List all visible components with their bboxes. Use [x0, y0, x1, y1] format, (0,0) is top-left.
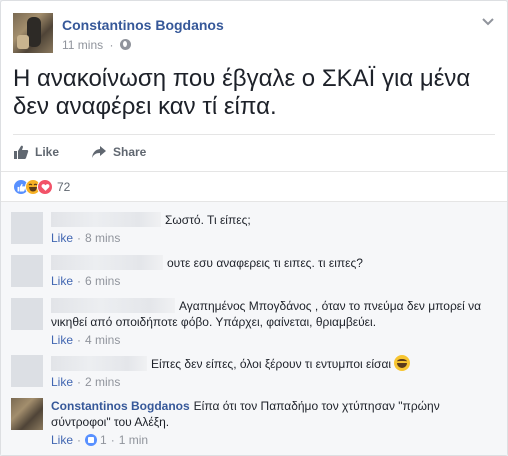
- comment-like-count[interactable]: 1: [100, 433, 107, 447]
- commenter-name-redacted[interactable]: [51, 212, 161, 227]
- meta-separator: ·: [77, 231, 82, 245]
- post-meta: 11 mins ·: [62, 38, 131, 52]
- comment-time[interactable]: 4 mins: [85, 333, 120, 347]
- commenter-name-redacted[interactable]: [51, 255, 163, 270]
- comment-like-link[interactable]: Like: [51, 231, 73, 245]
- laughing-emoji-icon: [394, 355, 411, 371]
- globe-icon[interactable]: [119, 39, 131, 50]
- divider: [13, 134, 495, 135]
- comment-text: Είπες δεν είπες, όλοι ξέρουν τι εντυμποι…: [151, 357, 392, 371]
- commenter-avatar[interactable]: [11, 298, 43, 330]
- commenter-avatar[interactable]: [11, 255, 43, 287]
- commenter-avatar[interactable]: [11, 355, 43, 387]
- post-timestamp[interactable]: 11 mins: [62, 38, 103, 52]
- author-avatar[interactable]: [13, 13, 53, 53]
- meta-separator: ·: [77, 333, 82, 347]
- comment-text-continued: νικηθεί από οποιδήποτε φόβο. Υπάρχει, φα…: [51, 315, 377, 329]
- share-button[interactable]: Share: [91, 141, 146, 163]
- post-actions: Like Share: [13, 141, 495, 163]
- comment-meta: Like · 2 mins: [51, 374, 495, 390]
- comment-meta: Like · 8 mins: [51, 230, 495, 246]
- comment-time[interactable]: 1 min: [119, 433, 148, 447]
- commenter-avatar[interactable]: [11, 212, 43, 244]
- facebook-post-card: Constantinos Bogdanos 11 mins · Η ανακοί…: [0, 0, 508, 456]
- comment-body: Αγαπημένος Μπογδάνος , όταν το πνεύμα δε…: [51, 298, 495, 348]
- thumbs-up-icon: [14, 145, 29, 159]
- comment-like-link[interactable]: Like: [51, 433, 73, 447]
- love-reaction-icon: [37, 179, 53, 195]
- commenter-name-redacted[interactable]: [51, 298, 175, 313]
- chevron-down-icon[interactable]: [481, 15, 495, 29]
- comment-time[interactable]: 8 mins: [85, 231, 120, 245]
- comment-text: ουτε εσυ αναφερεις τι ειπες. τι ειπες?: [167, 256, 363, 270]
- comment-body: Constantinos Bogdanos Είπα ότι τον Παπαδή…: [51, 398, 495, 448]
- like-button[interactable]: Like: [13, 141, 59, 163]
- divider: [1, 171, 507, 172]
- meta-separator: ·: [77, 433, 82, 447]
- comment-meta: Like · 6 mins: [51, 273, 495, 289]
- comment-like-link[interactable]: Like: [51, 333, 73, 347]
- comment-like-link[interactable]: Like: [51, 274, 73, 288]
- comment-body: Είπες δεν είπες, όλοι ξέρουν τι εντυμποι…: [51, 355, 495, 390]
- reactions-summary[interactable]: 72: [13, 178, 70, 196]
- commenter-avatar[interactable]: [11, 398, 43, 430]
- meta-separator: ·: [109, 38, 114, 52]
- commenter-name-redacted[interactable]: [51, 356, 147, 371]
- comment-meta: Like · 4 mins: [51, 332, 495, 348]
- comment-author-name[interactable]: Constantinos Bogdanos: [51, 399, 190, 413]
- like-label: Like: [35, 145, 60, 159]
- like-count-icon: [85, 434, 98, 446]
- post-message: Η ανακοίνωση που έβγαλε ο ΣΚΑΪ για μένα …: [13, 65, 471, 120]
- comment-text: Αγαπημένος Μπογδάνος , όταν το πνεύμα δε…: [179, 299, 482, 313]
- comment-time[interactable]: 6 mins: [85, 274, 120, 288]
- comments-section: Σωστό. Τι είπες; Like · 8 mins ουτε εσυ αν…: [1, 201, 507, 455]
- avatar-detail: [17, 35, 29, 49]
- comment-text: Είπα ότι τον Παπαδήμο τον χτύπησαν "πρώη…: [193, 399, 440, 413]
- avatar-figure: [27, 17, 41, 47]
- comment-body: ουτε εσυ αναφερεις τι ειπες. τι ειπες? L…: [51, 255, 495, 289]
- comment-meta: Like · 1 · 1 min: [51, 432, 495, 448]
- comment-body: Σωστό. Τι είπες; Like · 8 mins: [51, 212, 495, 246]
- meta-separator: ·: [77, 274, 82, 288]
- reactions-count: 72: [57, 180, 71, 194]
- post-header: Constantinos Bogdanos 11 mins ·: [13, 13, 495, 57]
- meta-separator: ·: [110, 433, 115, 447]
- post-author-name[interactable]: Constantinos Bogdanos: [62, 17, 224, 33]
- comment-text: Σωστό. Τι είπες;: [165, 213, 251, 227]
- meta-separator: ·: [77, 375, 82, 389]
- comment-text-continued: σύντροφοι" του Αλέξη.: [51, 415, 170, 429]
- share-arrow-icon: [92, 146, 106, 158]
- comment-like-link[interactable]: Like: [51, 375, 73, 389]
- share-label: Share: [113, 145, 147, 159]
- comment-time[interactable]: 2 mins: [85, 375, 120, 389]
